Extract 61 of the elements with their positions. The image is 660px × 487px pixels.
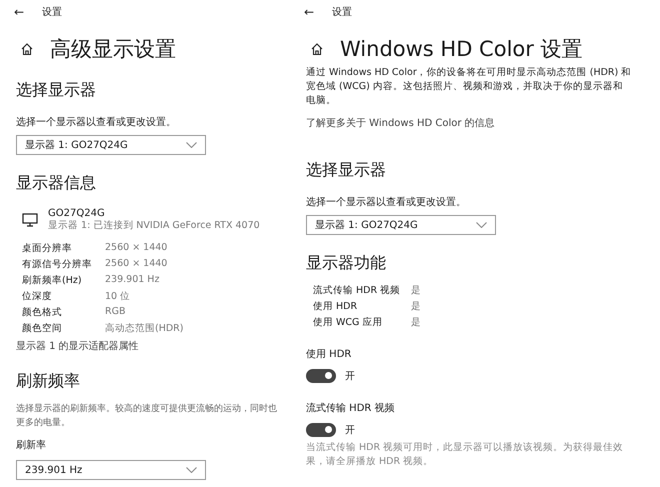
display-dropdown[interactable]: 显示器 1: GO27Q24G — [306, 215, 496, 235]
info-label: 刷新频率(Hz) — [22, 274, 83, 287]
info-label: 有源信号分辨率 — [22, 258, 93, 271]
page-title: 高级显示设置 — [50, 36, 176, 63]
info-value: 是 — [411, 316, 421, 329]
toggle-label: 使用 HDR — [306, 348, 352, 361]
dropdown-value: 239.901 Hz — [25, 464, 82, 476]
toggle-switch[interactable] — [306, 369, 336, 383]
section-heading: 刷新频率 — [16, 371, 80, 392]
description-text: 通过 Windows HD Color，你的设备将在可用时显示高动态范围 (HDR) 和 — [306, 66, 632, 80]
section-heading: 选择显示器 — [16, 80, 96, 101]
section-heading: 显示器功能 — [306, 253, 386, 274]
window-title: 设置 — [332, 6, 352, 19]
page-title: Windows HD Color 设置 — [340, 36, 583, 63]
info-value: 高动态范围(HDR) — [105, 322, 184, 335]
back-button[interactable]: ← — [300, 5, 318, 19]
section-heading: 显示器信息 — [16, 173, 96, 194]
info-label: 使用 WCG 应用 — [313, 316, 384, 329]
description-text: 宽色域 (WCG) 内容。这包括照片、视频和游戏，并取决于你的显示器和 — [306, 80, 624, 94]
info-value: 是 — [411, 284, 421, 297]
monitor-name: GO27Q24G — [48, 208, 106, 219]
dropdown-value: 显示器 1: GO27Q24G — [25, 139, 128, 152]
toggle-state: 开 — [345, 370, 355, 383]
toggle-label: 流式传输 HDR 视频 — [306, 402, 395, 415]
info-label: 使用 HDR — [313, 300, 358, 313]
field-label: 刷新率 — [16, 438, 46, 452]
monitor-detail: 显示器 1: 已连接到 NVIDIA GeForce RTX 4070 — [48, 219, 260, 232]
info-value: 10 位 — [105, 290, 132, 303]
info-value: 2560 × 1440 — [105, 242, 168, 255]
info-value: RGB — [105, 306, 126, 319]
description-text: 果，请全屏播放 HDR 视频。 — [306, 455, 434, 469]
info-value: 2560 × 1440 — [105, 258, 168, 271]
description-text: 更多的电量。 — [16, 416, 71, 430]
info-label: 颜色空间 — [22, 322, 63, 335]
info-label: 位深度 — [22, 290, 53, 303]
info-label: 颜色格式 — [22, 306, 63, 319]
info-value: 是 — [411, 300, 421, 313]
field-label: 选择一个显示器以查看或更改设置。 — [16, 116, 176, 129]
description-text: 选择显示器的刷新频率。较高的速度可提供更流畅的运动，同时也 — [16, 402, 277, 416]
toggle-state: 开 — [345, 424, 355, 437]
info-label: 桌面分辨率 — [22, 242, 73, 255]
description-text: 当流式传输 HDR 视频可用时，此显示器可以播放该视频。为获得最佳效 — [306, 441, 624, 455]
field-label: 选择一个显示器以查看或更改设置。 — [306, 196, 466, 209]
display-dropdown[interactable]: 239.901 Hz — [16, 460, 206, 480]
home-icon — [310, 42, 324, 56]
toggle-switch[interactable] — [306, 423, 336, 437]
info-label: 流式传输 HDR 视频 — [313, 284, 402, 297]
chevron-down-icon — [476, 222, 487, 228]
info-link[interactable]: 显示器 1 的显示适配器属性 — [16, 339, 139, 353]
display-dropdown[interactable]: 显示器 1: GO27Q24G — [16, 135, 206, 155]
chevron-down-icon — [186, 142, 197, 148]
description-text: 电脑。 — [306, 94, 337, 108]
info-value: 239.901 Hz — [105, 274, 160, 287]
info-link[interactable]: 了解更多关于 Windows HD Color 的信息 — [306, 116, 495, 130]
dropdown-value: 显示器 1: GO27Q24G — [315, 219, 418, 232]
monitor-icon — [22, 213, 38, 227]
back-button[interactable]: ← — [10, 5, 28, 19]
window-title: 设置 — [42, 6, 62, 19]
chevron-down-icon — [186, 467, 197, 473]
section-heading: 选择显示器 — [306, 160, 386, 181]
home-icon — [20, 42, 34, 56]
